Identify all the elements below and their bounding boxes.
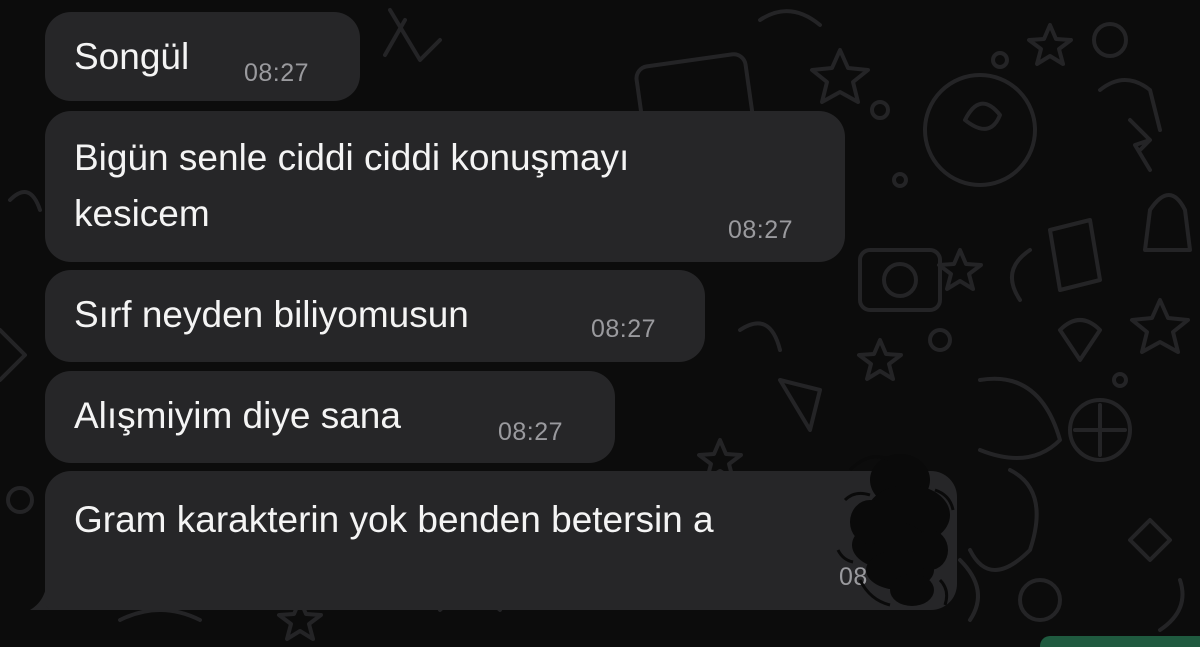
message-bubble[interactable]: Songül 08:27 <box>45 12 360 101</box>
message-bubble[interactable]: Sırf neyden biliyomusun 08:27 <box>45 270 705 362</box>
message-timestamp: 08:27 <box>498 418 564 446</box>
message-bubble[interactable]: Gram karakterin yok benden betersin a 08 <box>45 471 957 610</box>
outgoing-bubble-edge <box>1040 636 1200 647</box>
message-text: Alışmiyim diye sana <box>74 395 401 436</box>
message-text: Bigün senle ciddi ciddi konuşmayı <box>74 137 630 178</box>
message-timestamp: 08:27 <box>728 216 794 244</box>
message-timestamp: 08:27 <box>244 59 310 87</box>
message-text: Songül <box>74 36 190 77</box>
redaction-scribble <box>836 454 955 607</box>
message-bubble[interactable]: Alışmiyim diye sana 08:27 <box>45 371 615 463</box>
message-text: Gram karakterin yok benden betersin a <box>74 499 714 540</box>
message-text: kesicem <box>74 193 210 234</box>
message-bubble[interactable]: Bigün senle ciddi ciddi konuşmayı kesice… <box>45 111 845 262</box>
message-timestamp: 08:27 <box>591 315 657 343</box>
chat-window[interactable]: Songül 08:27 Bigün senle ciddi ciddi kon… <box>0 0 1200 647</box>
message-text: Sırf neyden biliyomusun <box>74 294 469 335</box>
